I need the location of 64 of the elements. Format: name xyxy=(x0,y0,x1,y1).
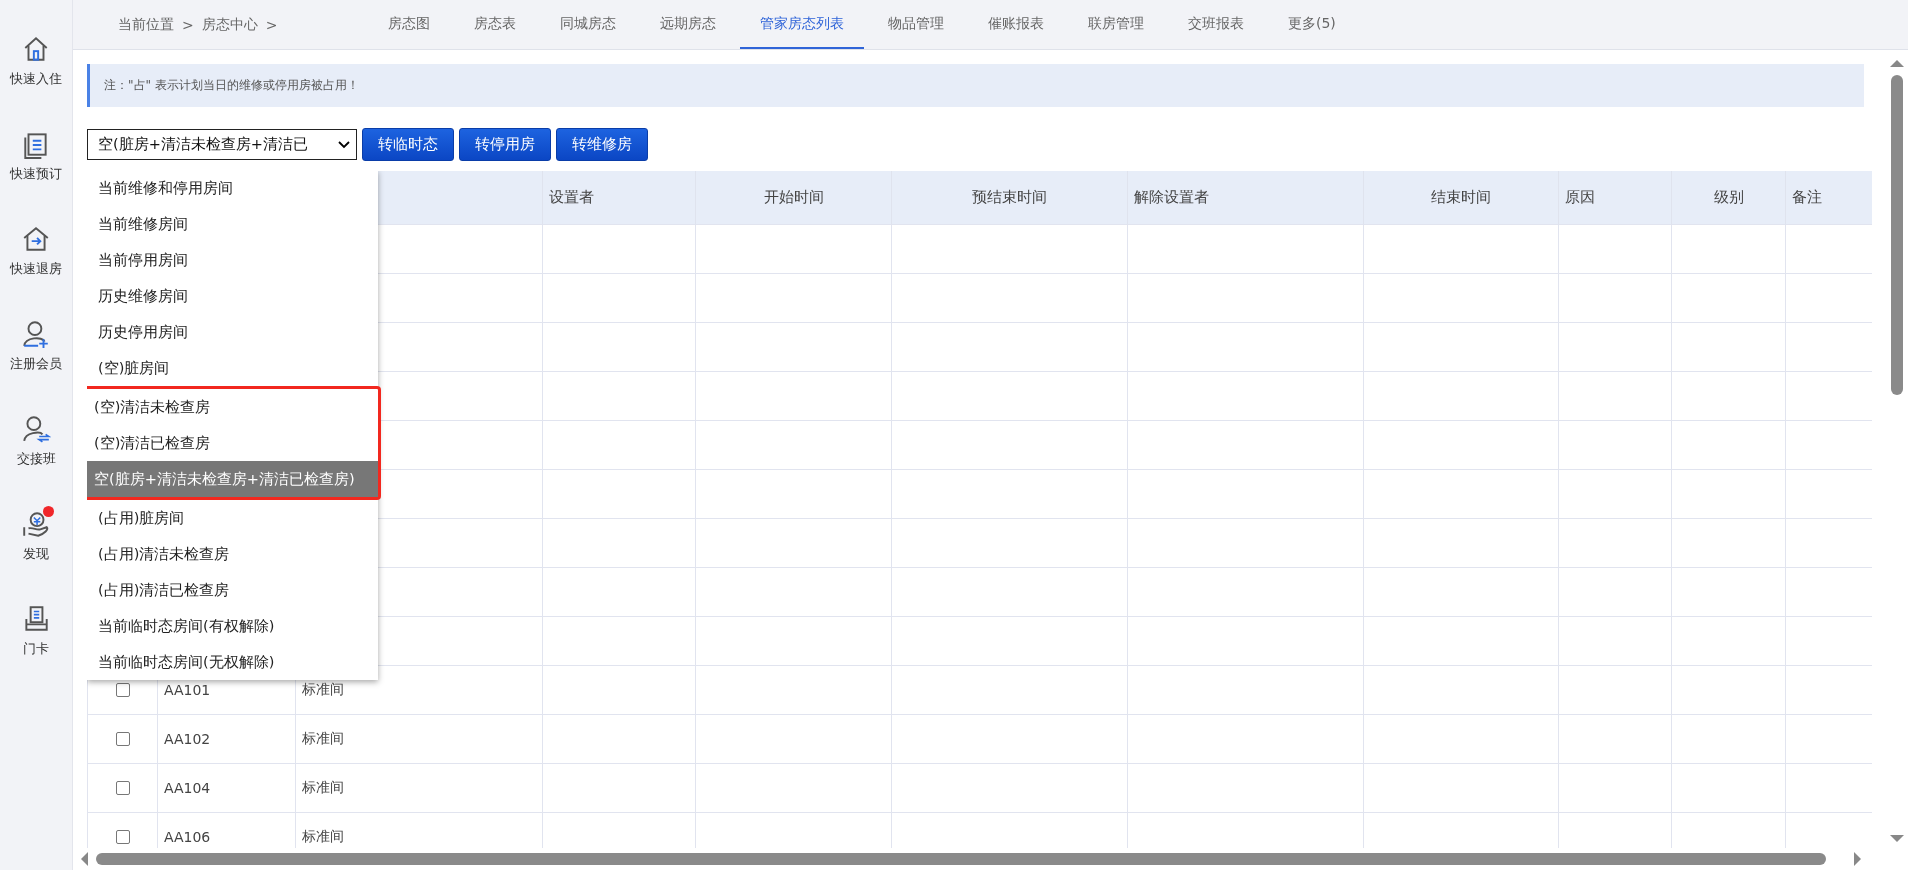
dropdown-option[interactable]: 当前临时态房间(无权解除) xyxy=(87,644,378,680)
breadcrumb-separator: > xyxy=(182,16,194,33)
user-plus-icon[interactable] xyxy=(21,319,51,349)
tab[interactable]: 更多(5) xyxy=(1268,0,1356,49)
breadcrumb-separator: > xyxy=(265,16,278,33)
tab[interactable]: 房态图 xyxy=(368,0,450,49)
tab[interactable]: 管家房态列表 xyxy=(740,0,864,49)
action-button[interactable]: 转临时态 xyxy=(362,128,454,161)
table-cell: AA102 xyxy=(164,730,211,747)
notice-banner: 注："占" 表示计划当日的维修或停用房被占用！ xyxy=(87,64,1864,107)
action-button[interactable]: 转维修房 xyxy=(556,128,648,161)
sidebar-item[interactable]: 交接班 xyxy=(16,450,56,468)
column-header[interactable]: 原因 xyxy=(1565,187,1595,206)
table-cell: AA104 xyxy=(164,779,211,796)
dropdown-option[interactable]: 历史维修房间 xyxy=(87,278,378,314)
filter-select[interactable]: 空(脏房+清洁未检查房+清洁已 xyxy=(87,129,357,160)
dropdown-option[interactable]: (占用)脏房间 xyxy=(87,500,378,536)
user-swap-icon[interactable] xyxy=(21,414,51,444)
sidebar-item[interactable]: 快速退房 xyxy=(10,260,62,278)
tab[interactable]: 物品管理 xyxy=(868,0,964,49)
breadcrumb-item: 当前位置 xyxy=(118,15,174,34)
table-cell: 标准间 xyxy=(302,680,344,697)
table-cell: 标准间 xyxy=(302,729,344,746)
table-cell: 标准间 xyxy=(302,778,344,795)
tab[interactable]: 交班报表 xyxy=(1168,0,1264,49)
dropdown-option[interactable]: 当前停用房间 xyxy=(87,242,378,278)
dropdown-option[interactable]: 历史停用房间 xyxy=(87,314,378,350)
dropdown-option[interactable]: (占用)清洁已检查房 xyxy=(87,572,378,608)
tab[interactable]: 同城房态 xyxy=(540,0,636,49)
dropdown-option[interactable]: (空)脏房间 xyxy=(87,350,378,386)
column-header[interactable]: 结束时间 xyxy=(1431,187,1491,206)
sidebar-item[interactable]: 注册会员 xyxy=(10,355,62,373)
column-header[interactable]: 预结束时间 xyxy=(972,187,1047,206)
sidebar-item[interactable]: 快速入住 xyxy=(10,70,62,88)
column-header[interactable]: 级别 xyxy=(1713,187,1744,206)
sidebar-item[interactable]: 门卡 xyxy=(23,640,49,658)
sidebar-item[interactable]: 快速预订 xyxy=(10,165,62,183)
tab[interactable]: 联房管理 xyxy=(1068,0,1164,49)
sidebar-item[interactable]: 发现 xyxy=(23,545,49,563)
dropdown-option[interactable]: (空)清洁未检查房 xyxy=(87,386,381,425)
dropdown-option[interactable]: 空(脏房+清洁未检查房+清洁已检查房) xyxy=(87,461,381,500)
column-header[interactable]: 设置者 xyxy=(549,187,594,206)
chevron-down-icon xyxy=(338,140,350,149)
breadcrumb-item: 房态中心 xyxy=(201,15,258,34)
column-header[interactable]: 开始时间 xyxy=(763,187,824,206)
dropdown-option[interactable]: 当前维修房间 xyxy=(87,206,378,242)
column-header[interactable]: 备注 xyxy=(1792,187,1822,206)
action-button[interactable]: 转停用房 xyxy=(459,128,551,161)
house-arrow-icon[interactable] xyxy=(21,224,51,254)
dropdown-option[interactable]: 当前维修和停用房间 xyxy=(87,171,378,206)
column-header[interactable]: 解除设置者 xyxy=(1134,187,1209,206)
hand-coin-icon[interactable] xyxy=(21,509,51,539)
tab[interactable]: 远期房态 xyxy=(640,0,736,49)
row-checkbox[interactable] xyxy=(115,731,130,746)
dropdown-option[interactable]: (占用)清洁未检查房 xyxy=(87,536,378,572)
row-checkbox[interactable] xyxy=(115,780,130,795)
row-checkbox[interactable] xyxy=(115,829,130,844)
tab[interactable]: 房态表 xyxy=(454,0,536,49)
table-cell: AA106 xyxy=(164,828,211,845)
table-cell: 标准间 xyxy=(302,827,344,844)
row-checkbox[interactable] xyxy=(115,682,130,697)
tab[interactable]: 催账报表 xyxy=(968,0,1064,49)
table-cell: AA101 xyxy=(164,681,211,698)
dropdown-option[interactable]: 当前临时态房间(有权解除) xyxy=(87,608,378,644)
